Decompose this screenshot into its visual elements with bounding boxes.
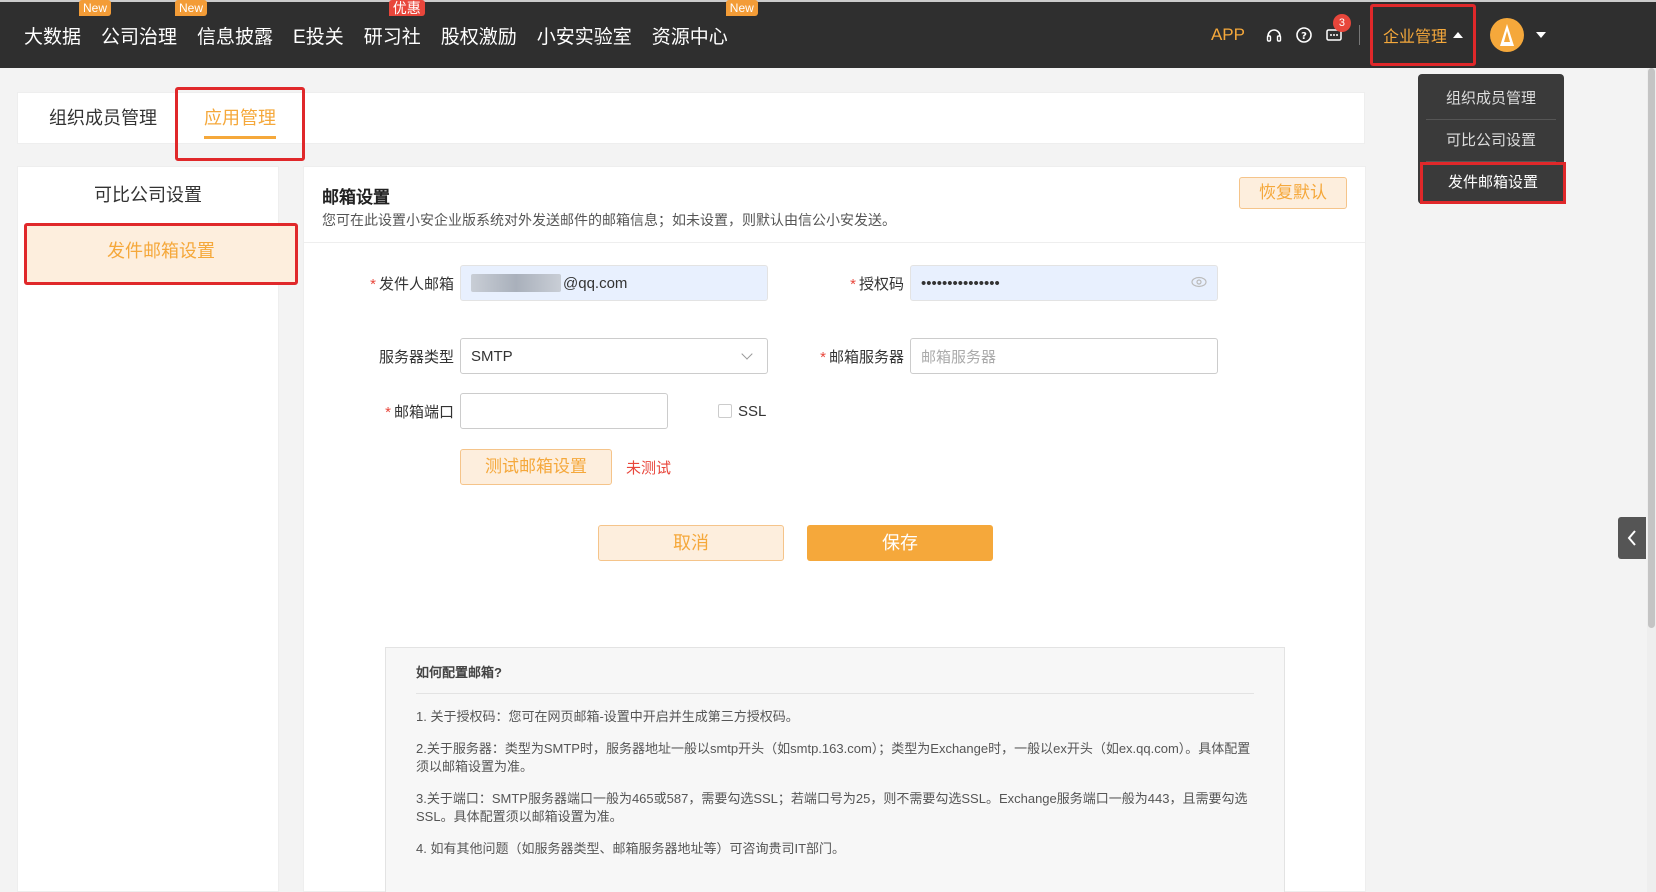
page-description: 您可在此设置小安企业版系统对外发送邮件的邮箱信息；如未设置，则默认由信公小安发送… [322, 212, 896, 228]
scrollbar-thumb[interactable] [1648, 68, 1655, 628]
nav-item-lab[interactable]: 小安实验室 [537, 22, 632, 49]
test-row: 测试邮箱设置 未测试 [460, 449, 671, 485]
redacted-text [471, 274, 561, 292]
tab-app-management[interactable]: 应用管理 [175, 87, 305, 161]
svg-text:?: ? [1301, 31, 1307, 42]
cancel-button[interactable]: 取消 [598, 525, 784, 561]
panel-header: 邮箱设置 您可在此设置小安企业版系统对外发送邮件的邮箱信息；如未设置，则默认由信… [304, 167, 1365, 243]
headset-icon[interactable] [1265, 26, 1283, 44]
nav-item-equity[interactable]: 股权激励 [441, 22, 517, 49]
chevron-down-icon [741, 348, 753, 360]
help-box: 如何配置邮箱? 1. 关于授权码：您可在网页邮箱-设置中开启并生成第三方授权码。… [385, 647, 1285, 892]
auth-code-input[interactable]: ••••••••••••••• [910, 265, 1218, 301]
auth-code-label: * 授权码 [850, 275, 904, 293]
mail-server-row: * 邮箱服务器 邮箱服务器 [804, 338, 1218, 374]
port-label: * 邮箱端口 [385, 403, 454, 421]
auth-code-row: * 授权码 ••••••••••••••• [844, 265, 1218, 301]
main-nav: 大数据 New 公司治理 New 信息披露 E投关 研习社 优惠 股权激励 小安实验室… [14, 0, 758, 68]
help-line: 3.关于端口：SMTP服务器端口一般为465或587，需要勾选SSL；若端口号为… [416, 791, 1248, 824]
collapse-handle[interactable] [1618, 517, 1646, 559]
message-icon[interactable]: 3 [1325, 14, 1351, 44]
divider [1358, 25, 1360, 45]
server-type-select[interactable]: SMTP [460, 338, 768, 374]
help-line: 2.关于服务器：类型为SMTP时，服务器地址一般以smtp开头（如smtp.16… [416, 741, 1251, 774]
mail-server-input[interactable]: 邮箱服务器 [910, 338, 1218, 374]
dropdown-item-members[interactable]: 组织成员管理 [1426, 78, 1556, 120]
new-badge: New [175, 0, 208, 16]
dropdown-item-sender-email[interactable]: 发件邮箱设置 [1420, 162, 1566, 204]
nav-item-disclosure[interactable]: 信息披露 [197, 22, 273, 49]
tab-members[interactable]: 组织成员管理 [49, 93, 157, 145]
test-status: 未测试 [626, 459, 672, 477]
chevron-down-icon[interactable] [1536, 32, 1546, 38]
nav-item-e-investor[interactable]: E投关 [293, 22, 344, 49]
promo-badge: 优惠 [388, 0, 425, 16]
new-badge: New [725, 0, 758, 16]
app-link[interactable]: APP [1211, 25, 1245, 45]
sender-email-row: * 发件人邮箱 @qq.com [364, 265, 768, 301]
sidebar-item-sender-email[interactable]: 发件邮箱设置 [24, 223, 298, 285]
ssl-label: SSL [738, 402, 767, 420]
chevron-left-icon [1627, 530, 1636, 546]
nav-item-governance[interactable]: 公司治理 New [101, 0, 208, 49]
sender-email-label: * 发件人邮箱 [370, 275, 454, 293]
help-title: 如何配置邮箱? [416, 662, 1254, 694]
port-input[interactable] [460, 393, 668, 429]
help-icon[interactable]: ? [1295, 26, 1313, 44]
page-title: 邮箱设置 [322, 188, 390, 207]
ssl-checkbox[interactable] [718, 404, 732, 418]
enterprise-menu-button[interactable]: 企业管理 [1369, 4, 1476, 66]
tab-bar: 组织成员管理 应用管理 [17, 87, 1365, 161]
server-type-row: 服务器类型 SMTP [364, 338, 768, 374]
caret-up-icon [1453, 32, 1463, 38]
settings-sidebar: 可比公司设置 发件邮箱设置 [17, 166, 298, 892]
nav-item-big-data[interactable]: 大数据 New [24, 0, 112, 49]
new-badge: New [79, 0, 112, 16]
sidebar-item-comparable[interactable]: 可比公司设置 [18, 167, 278, 223]
eye-icon[interactable] [1191, 275, 1207, 292]
mail-server-label: * 邮箱服务器 [820, 348, 904, 366]
avatar[interactable] [1490, 18, 1524, 52]
test-email-button[interactable]: 测试邮箱设置 [460, 449, 612, 485]
sender-email-input[interactable]: @qq.com [460, 265, 768, 301]
help-line: 1. 关于授权码：您可在网页邮箱-设置中开启并生成第三方授权码。 [416, 709, 799, 724]
ssl-checkbox-group[interactable]: SSL [718, 403, 766, 420]
scrollbar[interactable] [1647, 68, 1656, 892]
nav-item-study[interactable]: 研习社 优惠 [364, 0, 425, 49]
port-row: * 邮箱端口 SSL [364, 393, 766, 429]
top-right-tools: APP ? 3 企业管理 [1211, 2, 1656, 68]
nav-item-resources[interactable]: 资源中心 New [652, 0, 758, 49]
save-button[interactable]: 保存 [807, 525, 993, 561]
restore-default-button[interactable]: 恢复默认 [1239, 177, 1347, 209]
enterprise-dropdown: 组织成员管理 可比公司设置 发件邮箱设置 [1418, 74, 1566, 204]
active-tab-underline [204, 136, 276, 139]
message-count-badge: 3 [1332, 14, 1351, 32]
top-navbar: 大数据 New 公司治理 New 信息披露 E投关 研习社 优惠 股权激励 小安实验室… [0, 0, 1656, 68]
dropdown-item-comparable[interactable]: 可比公司设置 [1426, 120, 1556, 162]
email-settings-panel: 邮箱设置 您可在此设置小安企业版系统对外发送邮件的邮箱信息；如未设置，则默认由信… [303, 166, 1366, 892]
server-type-label: 服务器类型 [378, 348, 454, 366]
help-line: 4. 如有其他问题（如服务器类型、邮箱服务器地址等）可咨询贵司IT部门。 [416, 841, 846, 856]
